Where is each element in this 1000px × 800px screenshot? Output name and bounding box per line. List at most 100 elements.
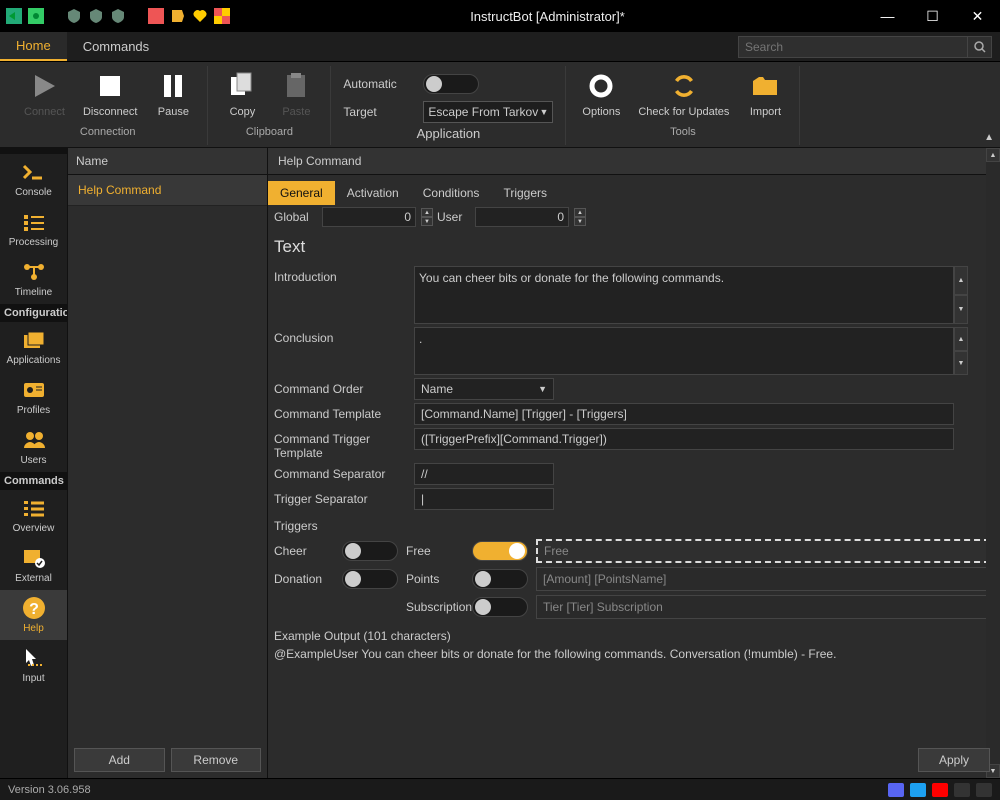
nav-console[interactable]: Console [0, 154, 67, 204]
nav-profiles[interactable]: Profiles [0, 372, 67, 422]
add-button[interactable]: Add [74, 748, 165, 772]
tab-conditions[interactable]: Conditions [411, 181, 492, 205]
user-up[interactable]: ▲ [574, 208, 586, 217]
search-button[interactable] [968, 36, 992, 58]
global-value[interactable]: 0 [322, 207, 416, 227]
nav-input[interactable]: Input [0, 640, 67, 690]
version-label: Version 3.06.958 [8, 784, 91, 796]
command-order-select[interactable]: Name▼ [414, 378, 554, 400]
section-text: Text [274, 233, 990, 263]
points-field[interactable]: [Amount] [PointsName] [536, 567, 990, 591]
disconnect-button[interactable]: Disconnect [77, 66, 143, 122]
tab-triggers[interactable]: Triggers [491, 181, 559, 205]
conclusion-input[interactable] [414, 327, 954, 375]
search-input[interactable] [738, 36, 968, 58]
scroll-up-icon[interactable]: ▲ [954, 327, 968, 351]
check-updates-button[interactable]: Check for Updates [632, 66, 735, 122]
introduction-input[interactable] [414, 266, 954, 324]
user-down[interactable]: ▼ [574, 217, 586, 226]
target-select[interactable]: Escape From Tarkov▼ [423, 101, 553, 123]
command-template-input[interactable] [414, 403, 954, 425]
donation-toggle[interactable] [342, 569, 398, 589]
qa-icon[interactable] [28, 8, 44, 24]
connect-button[interactable]: Connect [18, 66, 71, 122]
qa-icon[interactable] [88, 8, 104, 24]
introduction-label: Introduction [274, 266, 414, 284]
nav-users[interactable]: Users [0, 422, 67, 472]
command-template-label: Command Template [274, 403, 414, 421]
free-field[interactable]: Free [536, 539, 990, 563]
menu-home[interactable]: Home [0, 32, 67, 61]
discord-icon[interactable] [888, 783, 904, 797]
example-output-label: Example Output (101 characters) [274, 623, 990, 645]
qa-icon[interactable] [148, 8, 164, 24]
subscription-field[interactable]: Tier [Tier] Subscription [536, 595, 990, 619]
pause-button[interactable]: Pause [149, 66, 197, 122]
subscription-toggle[interactable] [472, 597, 528, 617]
cheer-toggle[interactable] [342, 541, 398, 561]
command-list-header: Name [68, 148, 267, 175]
qa-icon[interactable] [170, 8, 186, 24]
triggers-header: Triggers [274, 513, 990, 535]
qa-icon[interactable] [192, 8, 208, 24]
nav-processing[interactable]: Processing [0, 204, 67, 254]
misc-icon[interactable] [954, 783, 970, 797]
command-trigger-template-input[interactable] [414, 428, 954, 450]
misc-icon[interactable] [976, 783, 992, 797]
global-up[interactable]: ▲ [421, 208, 433, 217]
command-list-item[interactable]: Help Command [68, 175, 267, 206]
scroll-down-icon[interactable]: ▼ [954, 351, 968, 375]
target-label: Target [343, 105, 413, 119]
nav-overview[interactable]: Overview [0, 490, 67, 540]
editor-header: Help Command [268, 148, 1000, 175]
tab-activation[interactable]: Activation [335, 181, 411, 205]
status-bar: Version 3.06.958 [0, 778, 1000, 800]
editor-pane: Help Command General Activation Conditio… [268, 148, 1000, 778]
tab-general[interactable]: General [268, 181, 335, 205]
donation-label: Donation [274, 572, 334, 586]
qa-icon[interactable] [214, 8, 230, 24]
youtube-icon[interactable] [932, 783, 948, 797]
nav-external[interactable]: External [0, 540, 67, 590]
cheer-label: Cheer [274, 544, 334, 558]
apply-button[interactable]: Apply [918, 748, 990, 772]
svg-text:?: ? [29, 601, 39, 618]
copy-button[interactable]: Copy [218, 66, 266, 122]
ribbon-collapse-icon[interactable]: ▲ [984, 132, 994, 143]
close-button[interactable]: ✕ [955, 0, 1000, 32]
twitter-icon[interactable] [910, 783, 926, 797]
options-button[interactable]: Options [576, 66, 626, 122]
free-toggle[interactable] [472, 541, 528, 561]
command-order-label: Command Order [274, 378, 414, 396]
free-label: Free [406, 544, 464, 558]
trigger-separator-input[interactable] [414, 488, 554, 510]
user-value[interactable]: 0 [475, 207, 569, 227]
automatic-label: Automatic [343, 77, 413, 91]
command-separator-input[interactable] [414, 463, 554, 485]
global-down[interactable]: ▼ [421, 217, 433, 226]
command-list: Name Help Command Add Remove [68, 148, 268, 778]
qa-icon[interactable] [6, 8, 22, 24]
nav-help[interactable]: ? Help [0, 590, 67, 640]
automatic-toggle[interactable] [423, 74, 479, 94]
global-label: Global [274, 210, 318, 224]
editor-scrollbar[interactable]: ▲▼ [986, 148, 1000, 778]
nav-timeline[interactable]: Timeline [0, 254, 67, 304]
qa-icon[interactable] [66, 8, 82, 24]
points-toggle[interactable] [472, 569, 528, 589]
scroll-down-icon[interactable]: ▼ [954, 295, 968, 324]
conclusion-label: Conclusion [274, 327, 414, 345]
trigger-separator-label: Trigger Separator [274, 488, 414, 506]
maximize-button[interactable]: ☐ [910, 0, 955, 32]
window-title: InstructBot [Administrator]* [230, 9, 865, 24]
nav-applications[interactable]: Applications [0, 322, 67, 372]
minimize-button[interactable]: — [865, 0, 910, 32]
paste-button[interactable]: Paste [272, 66, 320, 122]
qa-icon[interactable] [110, 8, 126, 24]
remove-button[interactable]: Remove [171, 748, 262, 772]
example-output-text: @ExampleUser You can cheer bits or donat… [274, 645, 990, 669]
menu-commands[interactable]: Commands [67, 32, 165, 61]
import-button[interactable]: Import [741, 66, 789, 122]
group-connection-label: Connection [80, 122, 136, 140]
scroll-up-icon[interactable]: ▲ [954, 266, 968, 295]
